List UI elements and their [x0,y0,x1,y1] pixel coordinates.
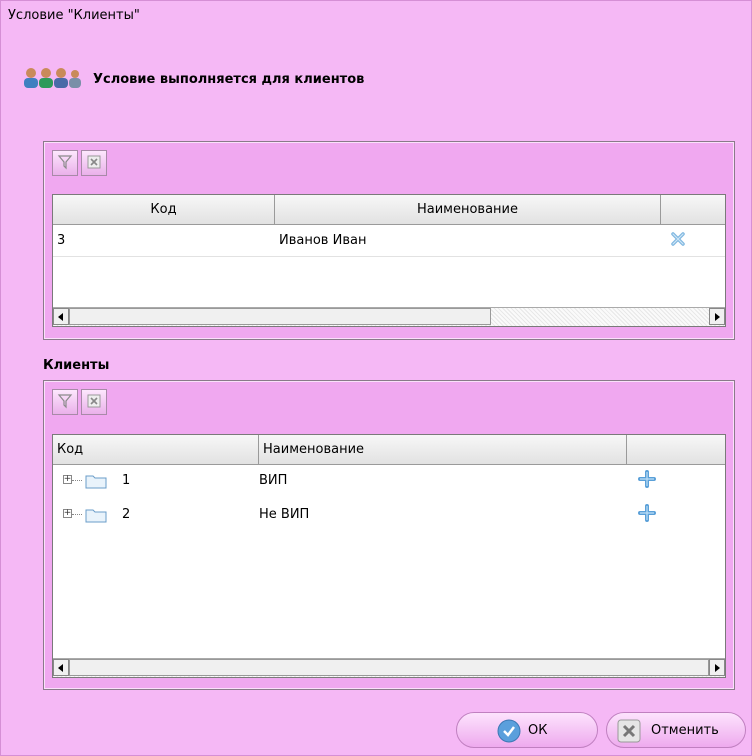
clients-grid: Код Наименование + 1 ВИП + 2 Не ВИП [52,434,726,678]
clear-filter-icon [86,154,102,173]
add-button[interactable] [638,465,668,496]
add-button[interactable] [638,499,668,530]
scroll-left-button[interactable] [53,308,69,325]
scroll-right-button[interactable] [709,308,725,325]
tree-row[interactable]: + 2 Не ВИП [53,499,725,530]
scrollbar-thumb[interactable] [69,659,709,676]
condition-header: Условие выполняется для клиентов [23,67,364,92]
column-header-code[interactable]: Код [53,435,259,465]
column-header-name[interactable]: Наименование [275,195,661,225]
clear-filter-button[interactable] [81,389,107,415]
row-code: 1 [122,473,131,488]
column-header-action [627,435,725,465]
filter-button[interactable] [52,150,78,176]
row-name: ВИП [259,473,288,488]
users-icon [23,67,83,92]
tree-line [72,514,82,515]
tree-row[interactable]: + 1 ВИП [53,465,725,496]
clear-filter-icon [86,393,102,412]
condition-header-text: Условие выполняется для клиентов [93,72,365,87]
filter-icon [57,154,73,173]
selected-grid: Код Наименование 3 Иванов Иван [52,194,726,327]
row-code: 2 [122,507,131,522]
column-header-code[interactable]: Код [53,195,275,225]
add-icon [638,469,656,492]
cancel-icon [617,719,641,743]
column-header-action [661,195,725,225]
ok-icon [497,719,521,743]
ok-button[interactable]: ОК [456,712,598,748]
folder-icon [85,507,107,526]
clients-toolbar [52,389,107,415]
cancel-label: Отменить [651,722,719,738]
remove-button[interactable] [670,225,700,256]
row-name: Не ВИП [259,507,310,522]
window-title: Условие "Клиенты" [8,8,140,23]
selected-clients-panel: Код Наименование 3 Иванов Иван [43,141,735,340]
horizontal-scrollbar[interactable] [53,307,725,326]
table-row[interactable]: 3 Иванов Иван [53,225,725,257]
row-code: 3 [57,233,66,248]
column-header-name[interactable]: Наименование [259,435,627,465]
tree-line [72,480,82,481]
expand-icon[interactable]: + [63,509,72,518]
cancel-button[interactable]: Отменить [606,712,746,748]
filter-icon [57,393,73,412]
add-icon [638,503,656,526]
horizontal-scrollbar[interactable] [53,658,725,677]
folder-icon [85,473,107,492]
ok-label: ОК [528,722,548,738]
clients-label: Клиенты [43,358,110,373]
scroll-left-button[interactable] [53,659,69,676]
expand-icon[interactable]: + [63,475,72,484]
scrollbar-thumb[interactable] [69,308,491,325]
selected-toolbar [52,150,107,176]
clients-panel: Код Наименование + 1 ВИП + 2 Не ВИП [43,380,735,690]
scroll-right-button[interactable] [709,659,725,676]
clear-filter-button[interactable] [81,150,107,176]
filter-button[interactable] [52,389,78,415]
remove-icon [670,231,686,251]
row-name: Иванов Иван [279,233,367,248]
dialog-window: Условие "Клиенты" Условие выполняется дл… [0,0,752,756]
